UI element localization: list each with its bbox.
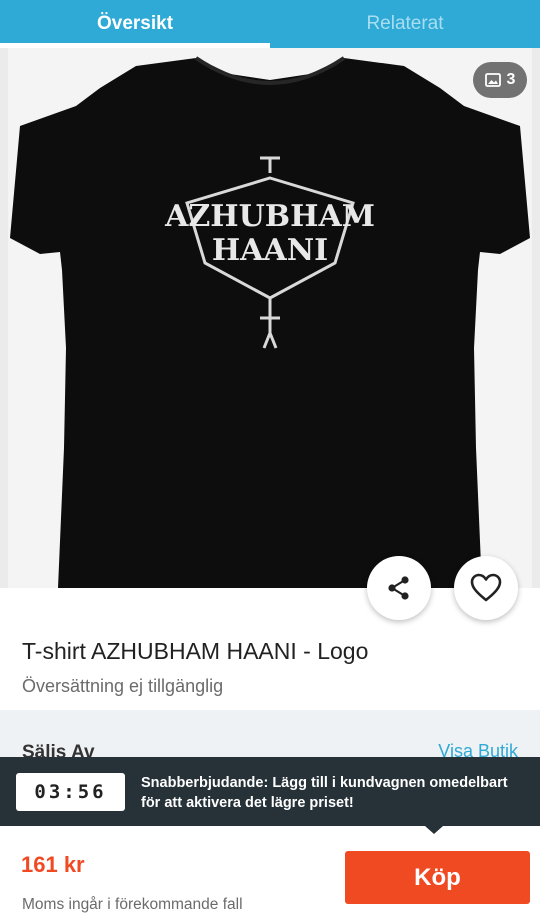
translation-note: Översättning ej tillgänglig (22, 676, 224, 696)
tshirt-image: AZHUBHAM HAANI (10, 56, 530, 588)
image-gallery[interactable]: AZHUBHAM HAANI 3 (0, 48, 540, 588)
heart-outline-icon (470, 573, 502, 602)
tab-bar: Översikt Relaterat (0, 0, 540, 48)
share-button[interactable] (367, 556, 431, 620)
banner-pointer (425, 826, 443, 834)
product-title: T-shirt AZHUBHAM HAANI - Logo (22, 638, 369, 664)
product-photo[interactable]: AZHUBHAM HAANI (8, 48, 532, 588)
print-text-line1: AZHUBHAM (164, 199, 375, 234)
photo-count-badge[interactable]: 3 (473, 62, 527, 98)
price: 161 kr (21, 852, 85, 877)
photo-count: 3 (506, 71, 516, 88)
favorite-button[interactable] (454, 556, 518, 620)
flash-offer-banner[interactable]: 03:56 Snabberbjudande: Lägg till i kundv… (0, 757, 540, 826)
share-icon (388, 576, 409, 600)
tab-related[interactable]: Relaterat (270, 0, 540, 48)
image-icon (484, 73, 501, 87)
vat-note: Moms ingår i förekommande fall (22, 896, 243, 913)
tab-overview[interactable]: Översikt (0, 0, 270, 48)
flash-offer-text: Snabberbjudande: Lägg till i kundvagnen … (141, 775, 508, 811)
buy-button[interactable]: Köp (345, 851, 530, 904)
print-text-line2: HAANI (212, 233, 328, 268)
countdown-timer: 03:56 (16, 773, 125, 811)
